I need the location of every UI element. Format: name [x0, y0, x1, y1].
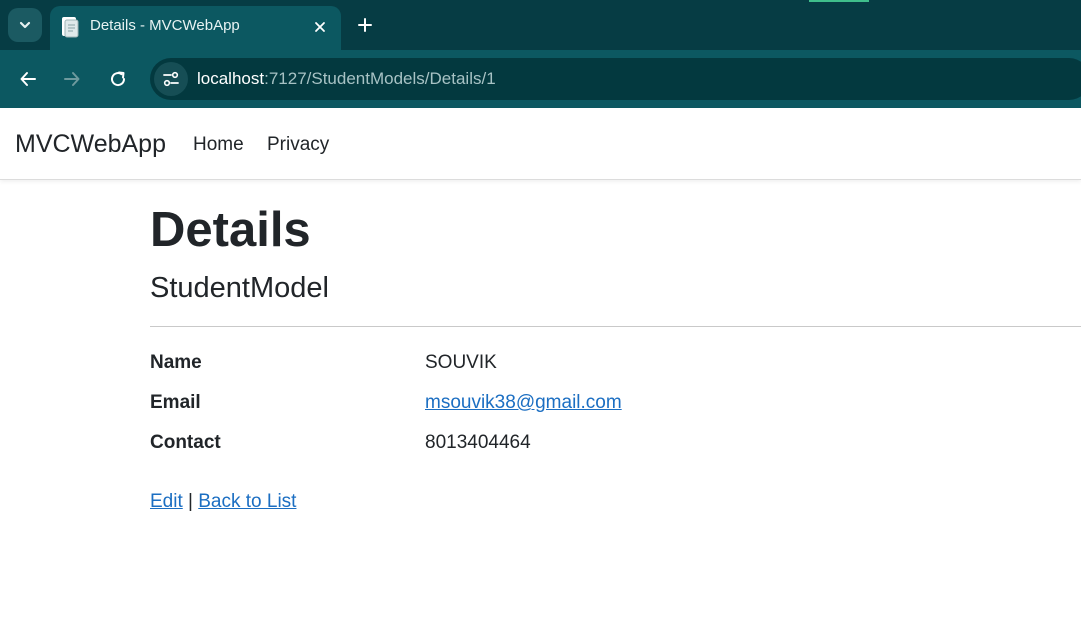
edit-link[interactable]: Edit [150, 491, 183, 512]
tabstrip-accent [809, 0, 869, 2]
new-tab-button[interactable] [352, 12, 378, 38]
browser-tabstrip: Details - MVCWebApp [0, 0, 1081, 50]
page-title: Details [150, 203, 311, 257]
forward-button[interactable] [58, 65, 86, 93]
browser-toolbar: localhost:7127/StudentModels/Details/1 [0, 50, 1081, 108]
site-navbar: MVCWebApp Home Privacy [0, 108, 1081, 180]
site-info-button[interactable] [154, 62, 188, 96]
nav-link-privacy[interactable]: Privacy [267, 134, 329, 156]
action-links: Edit | Back to List [150, 491, 296, 513]
field-value-name: SOUVIK [425, 352, 497, 373]
field-label-name: Name [150, 352, 202, 373]
url-host: localhost [197, 69, 265, 88]
back-button[interactable] [14, 65, 42, 93]
close-icon [315, 22, 325, 32]
back-to-list-link[interactable]: Back to List [198, 491, 296, 512]
page-subtitle: StudentModel [150, 272, 329, 304]
reload-button[interactable] [104, 65, 132, 93]
email-link[interactable]: msouvik38@gmail.com [425, 392, 622, 414]
tune-icon [163, 71, 179, 87]
tab-title: Details - MVCWebApp [90, 17, 240, 34]
arrow-right-icon [64, 72, 80, 86]
document-icon [62, 17, 79, 38]
divider [150, 326, 1081, 327]
chevron-down-icon [19, 21, 31, 29]
arrow-left-icon [20, 72, 36, 86]
nav-link-home[interactable]: Home [193, 134, 244, 156]
reload-icon [111, 71, 126, 87]
field-label-email: Email [150, 392, 201, 413]
tab-close-button[interactable] [309, 16, 331, 38]
url-path: :7127/StudentModels/Details/1 [264, 69, 496, 88]
action-separator: | [188, 491, 193, 512]
url-text[interactable]: localhost:7127/StudentModels/Details/1 [197, 69, 496, 89]
plus-icon [358, 18, 372, 32]
active-tab[interactable]: Details - MVCWebApp [50, 6, 341, 50]
field-value-contact: 8013404464 [425, 432, 531, 453]
field-label-contact: Contact [150, 432, 221, 453]
navbar-brand[interactable]: MVCWebApp [15, 130, 166, 159]
address-bar[interactable]: localhost:7127/StudentModels/Details/1 [150, 58, 1081, 100]
tab-search-button[interactable] [8, 8, 42, 42]
